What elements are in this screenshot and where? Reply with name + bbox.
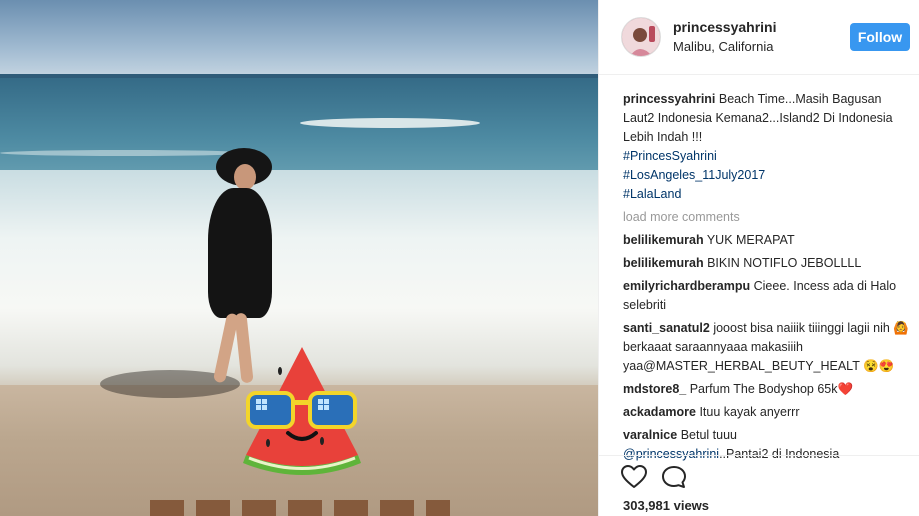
avatar-image (622, 18, 660, 56)
dress (208, 188, 272, 318)
comment-username[interactable]: ackadamore (623, 405, 696, 419)
post-media[interactable] (0, 0, 598, 516)
comment: mdstore8_ Parfum The Bodyshop 65k❤️ (623, 380, 913, 399)
comment-username[interactable]: mdstore8_ (623, 382, 686, 396)
avatar[interactable] (621, 17, 661, 57)
head (234, 164, 256, 190)
hashtag-link[interactable]: #PrincesSyahrini (623, 147, 913, 166)
comment: ackadamore Ituu kayak anyerrr (623, 403, 913, 422)
caption: princessyahrini Beach Time...Masih Bagus… (623, 90, 913, 204)
comments-section: princessyahrini Beach Time...Masih Bagus… (623, 90, 913, 464)
comment-username[interactable]: emilyrichardberampu (623, 279, 750, 293)
location-link[interactable]: Malibu, California (673, 39, 773, 54)
hashtag-link[interactable]: #LosAngeles_11July2017 (623, 166, 913, 185)
watermelon-sticker (243, 347, 361, 475)
comment-username[interactable]: varalnice (623, 428, 677, 442)
comment-icon[interactable] (661, 465, 687, 489)
caption-username[interactable]: princessyahrini (623, 92, 715, 106)
post-header: princessyahrini Malibu, California Follo… (599, 0, 919, 75)
heart-icon[interactable] (621, 465, 647, 489)
sky (0, 0, 598, 78)
post-sidebar: princessyahrini Malibu, California Follo… (598, 0, 919, 516)
wave-crest (300, 118, 480, 128)
view-count: 303,981 views (623, 498, 710, 513)
comment-text: Betul tuuu (680, 428, 737, 442)
follow-button[interactable]: Follow (850, 23, 910, 51)
username-link[interactable]: princessyahrini (673, 19, 777, 35)
comment-username[interactable]: belilikemurah (623, 233, 704, 247)
comment-text: Parfum The Bodyshop 65k❤️ (689, 382, 854, 396)
video-overlay-text (150, 500, 450, 516)
comment-text: Ituu kayak anyerrr (699, 405, 800, 419)
comment-text: YUK MERAPAT (706, 233, 795, 247)
comment: belilikemurah YUK MERAPAT (623, 231, 913, 250)
comment-username[interactable]: belilikemurah (623, 256, 704, 270)
comment: belilikemurah BIKIN NOTIFLO JEBOLLLL (623, 254, 913, 273)
comment: emilyrichardberampu Cieee. Incess ada di… (623, 277, 913, 315)
comment: santi_sanatul2 jooost bisa naiiik tiiing… (623, 319, 913, 376)
load-more-comments-link[interactable]: load more comments (623, 208, 913, 227)
post-actions: 303,981 views (599, 455, 919, 516)
hashtag-link[interactable]: #LalaLand (623, 185, 913, 204)
comment-text: BIKIN NOTIFLO JEBOLLLL (707, 256, 862, 270)
comment-username[interactable]: santi_sanatul2 (623, 321, 710, 335)
